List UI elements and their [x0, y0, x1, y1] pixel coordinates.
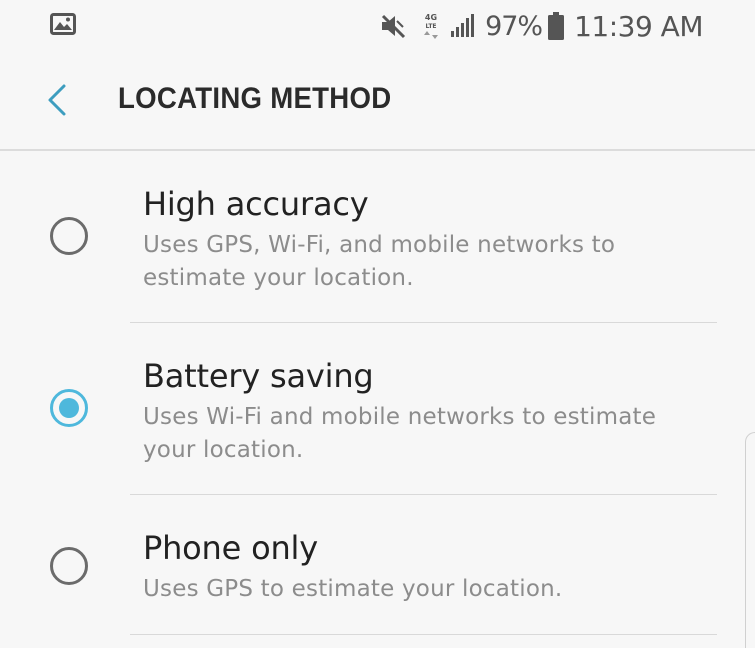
option-title: Battery saving	[143, 357, 374, 395]
status-bar: 4G LTE 97% 11:39 AM	[0, 0, 755, 52]
image-icon	[50, 13, 76, 35]
page-title: LOCATING METHOD	[118, 82, 392, 115]
option-title: Phone only	[143, 529, 318, 567]
scrollbar[interactable]	[745, 432, 755, 648]
battery-icon	[548, 12, 565, 40]
signal-icon	[451, 14, 475, 37]
option-description: Uses Wi-Fi and mobile networks to estima…	[143, 404, 657, 463]
network-4g-lte-icon: 4G LTE	[424, 13, 439, 39]
option-high-accuracy[interactable]: High accuracy Uses GPS, Wi-Fi, and mobil…	[0, 151, 755, 323]
status-icons: 4G LTE 97% 11:39 AM	[379, 6, 703, 46]
svg-text:LTE: LTE	[426, 23, 437, 30]
radio-high-accuracy[interactable]	[50, 217, 88, 255]
app-bar: LOCATING METHOD	[0, 52, 755, 150]
radio-phone-only[interactable]	[50, 547, 88, 585]
option-description: Uses GPS to estimate your location.	[143, 576, 563, 602]
option-description: Uses GPS, Wi-Fi, and mobile networks to …	[143, 232, 616, 291]
option-title: High accuracy	[143, 185, 369, 223]
svg-text:4G: 4G	[425, 13, 437, 22]
option-battery-saving[interactable]: Battery saving Uses Wi-Fi and mobile net…	[0, 323, 755, 495]
list-divider	[130, 634, 717, 635]
mute-icon	[382, 14, 406, 39]
locating-method-list: High accuracy Uses GPS, Wi-Fi, and mobil…	[0, 151, 755, 635]
back-button[interactable]	[38, 80, 78, 120]
battery-percent: 97%	[485, 10, 543, 42]
option-phone-only[interactable]: Phone only Uses GPS to estimate your loc…	[0, 495, 755, 635]
radio-battery-saving[interactable]	[50, 389, 88, 427]
clock: 11:39 AM	[574, 9, 703, 43]
chevron-left-icon	[48, 84, 66, 116]
